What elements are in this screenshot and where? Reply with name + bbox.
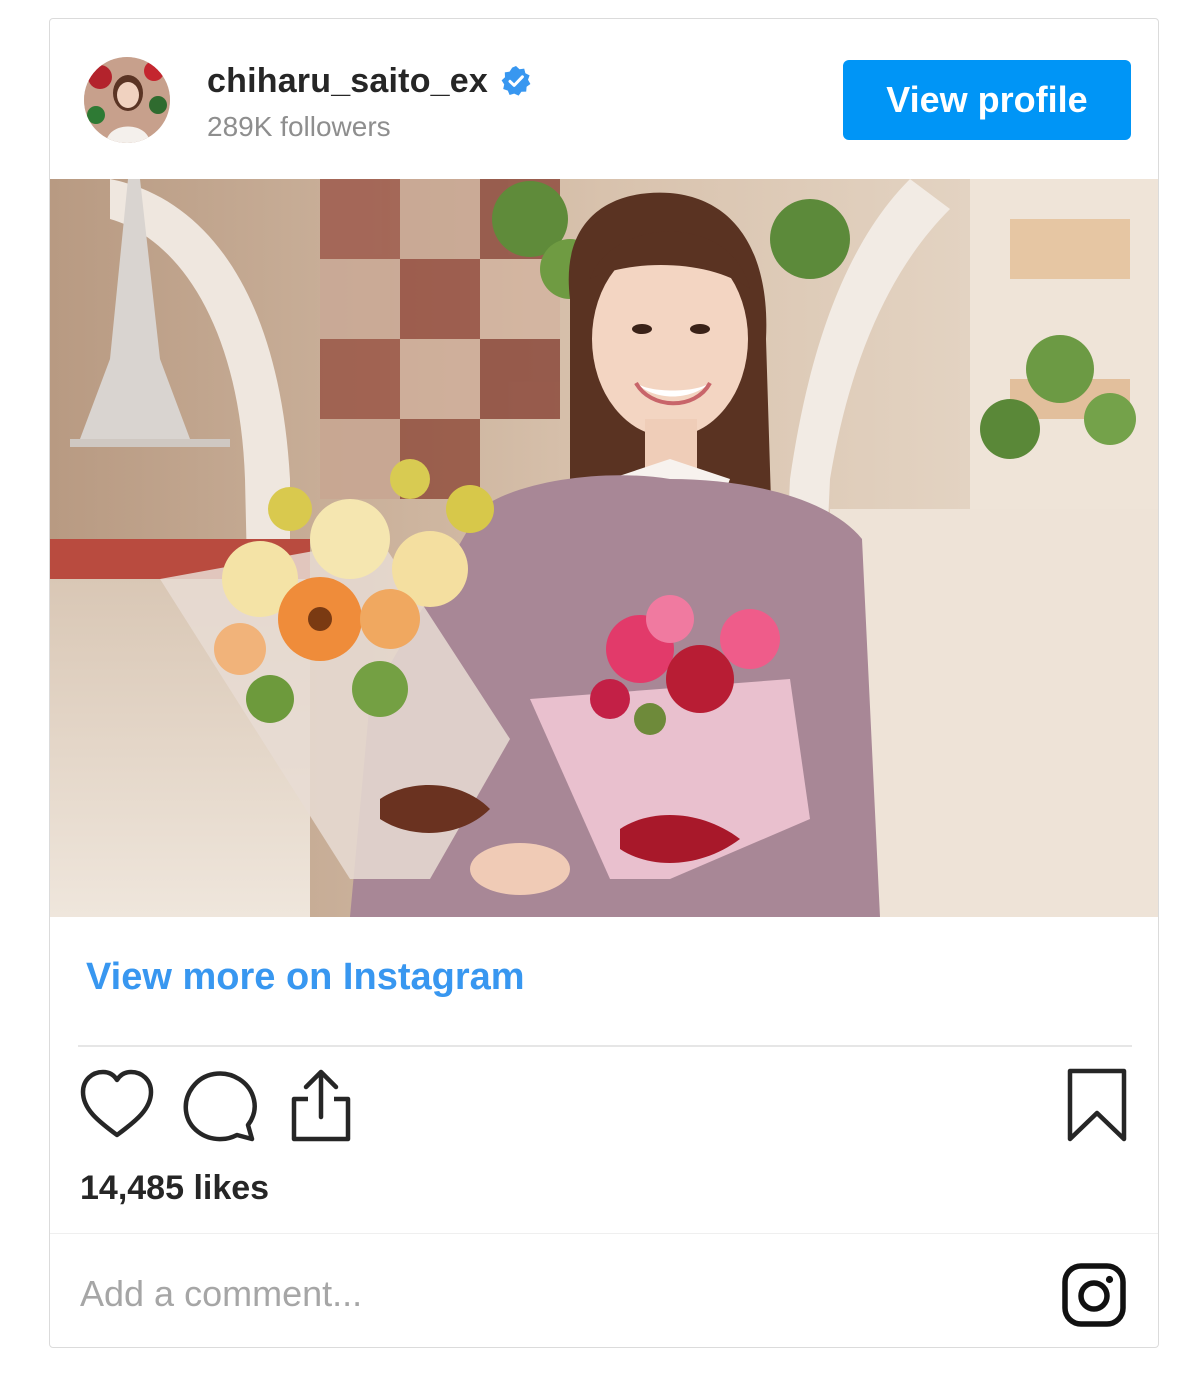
add-comment-input[interactable] xyxy=(80,1267,980,1321)
username-row: chiharu_saito_ex xyxy=(207,61,532,101)
bookmark-icon[interactable] xyxy=(1060,1067,1138,1145)
post-header: chiharu_saito_ex 289K followers View pro… xyxy=(50,19,1158,179)
comment-divider xyxy=(50,1233,1158,1234)
avatar-image xyxy=(84,57,170,143)
heart-icon[interactable] xyxy=(78,1067,156,1145)
view-profile-button[interactable]: View profile xyxy=(843,60,1131,140)
followers-count: 289K followers xyxy=(207,111,391,142)
view-more-on-instagram-link[interactable]: View more on Instagram xyxy=(86,956,525,999)
share-icon[interactable] xyxy=(282,1067,360,1145)
post-photo[interactable] xyxy=(50,179,1158,917)
likes-count: 14,485 likes xyxy=(80,1169,270,1207)
username-link[interactable]: chiharu_saito_ex xyxy=(207,62,488,101)
verified-badge-icon xyxy=(501,66,531,96)
instagram-embed-card: chiharu_saito_ex 289K followers View pro… xyxy=(49,18,1159,1348)
comment-icon[interactable] xyxy=(180,1067,258,1145)
divider xyxy=(78,1045,1132,1047)
avatar[interactable] xyxy=(84,57,170,143)
instagram-logo-icon[interactable] xyxy=(1061,1262,1127,1328)
action-bar xyxy=(78,1067,1132,1147)
post-photo-image xyxy=(50,179,1158,917)
